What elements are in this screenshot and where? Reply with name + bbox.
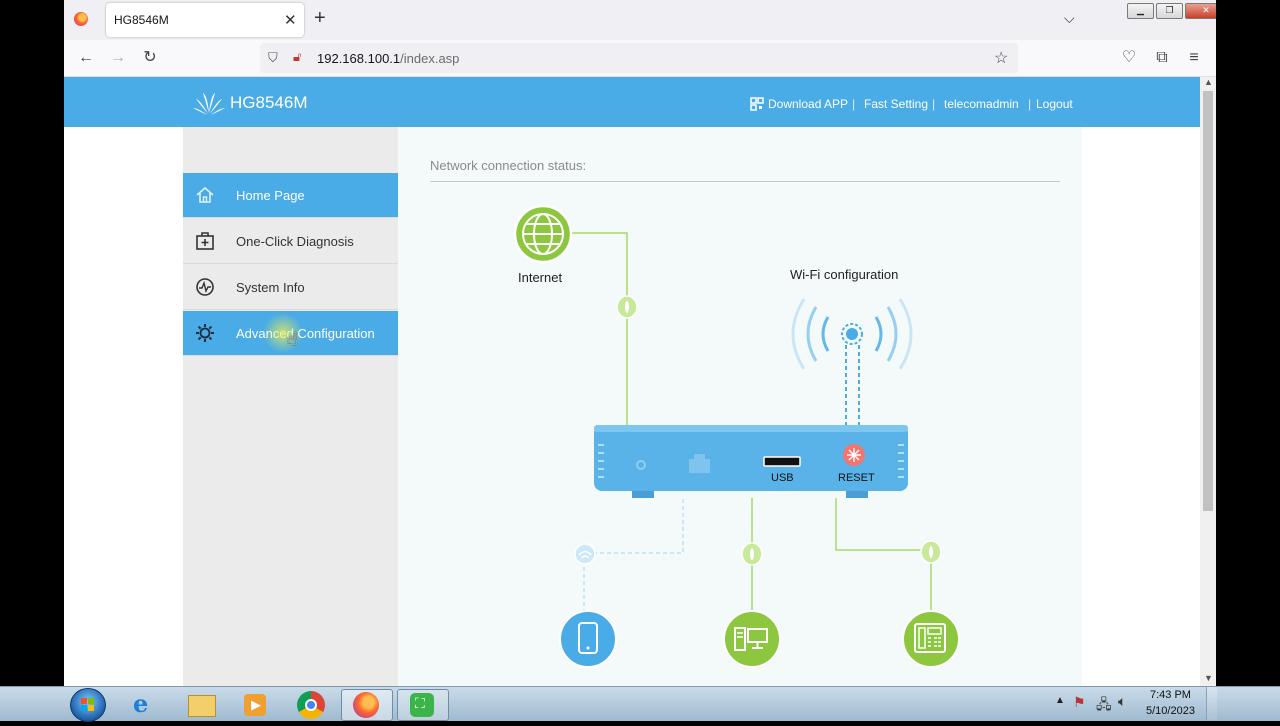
firefox-view-icon[interactable] [74,12,88,26]
phone-link-line [835,498,932,615]
sidebar-item-label: System Info [236,280,305,295]
router-device [594,425,908,498]
content-panel: Network connection status: Internet Wi-F… [398,127,1082,686]
sidebar-item-label: Home Page [236,188,305,203]
wifi-antenna-icon [791,298,913,425]
logout-link[interactable]: Logout [1036,97,1073,111]
hand-cursor-icon: ☝︎ [287,329,298,349]
file-explorer-taskbar-icon[interactable] [176,689,226,719]
folder-icon [188,695,216,717]
computer-device-icon [723,610,781,668]
scroll-up-icon[interactable]: ▲ [1204,77,1213,87]
close-tab-icon[interactable]: ✕ [284,11,297,29]
internet-link-line [568,232,628,427]
forward-icon[interactable]: → [108,49,128,67]
browser-window: HG8546M ✕ + ⌵ ▁ ❐ ✕ ← → ↻ ⛉ 🔓︎ 192.168.1… [64,0,1216,686]
media-player-taskbar-icon[interactable]: ▶ [230,689,280,719]
user-link[interactable]: telecomadmin [944,97,1019,111]
volume-icon[interactable]: 🔈︎ [1118,693,1126,710]
wifi-client-link-line [584,499,684,554]
show-hidden-icons[interactable]: ▲ [1055,695,1065,706]
menu-icon[interactable]: ≡ [1184,49,1204,67]
usb-port-icon [763,456,801,467]
tab-strip: HG8546M ✕ + ⌵ ▁ ❐ ✕ [64,0,1216,40]
pulse-icon [196,278,214,296]
clock-date[interactable]: 5/10/2023 [1146,705,1195,717]
usb-label: USB [771,472,794,484]
device-model-logo: HG8546M [230,93,308,112]
sidebar-item-advanced-configuration[interactable]: Advanced Configuration ☝︎ [183,311,398,356]
clock-time[interactable]: 7:43 PM [1150,689,1191,701]
wifi-link-node-icon [574,543,596,565]
show-desktop-button[interactable] [1206,687,1217,720]
chrome-logo-icon [297,691,325,719]
telephone-device-icon [902,610,960,668]
sidebar-item-label: One-Click Diagnosis [236,234,354,249]
minimize-button[interactable]: ▁ [1127,3,1154,19]
action-center-flag-icon[interactable]: ⚑ [1073,694,1086,711]
fast-setting-link[interactable]: Fast Setting [864,97,928,111]
tab-title: HG8546M [114,13,169,27]
capture-icon: ⛶ [410,693,434,717]
media-play-icon: ▶ [244,694,266,716]
ie-logo-icon: e [133,689,149,718]
internet-globe-icon [513,204,573,264]
internet-label[interactable]: Internet [518,270,562,285]
router-page: HG8546M Download APP | Fast Setting | te… [64,77,1200,686]
pocket-icon[interactable]: ♡ [1119,49,1139,67]
gear-icon [196,324,214,342]
router-header: HG8546M Download APP | Fast Setting | te… [64,77,1200,127]
sidebar-item-one-click-diagnosis[interactable]: One-Click Diagnosis [183,219,398,264]
nav-toolbar: ← → ↻ ⛉ 🔓︎ 192.168.100.1/index.asp ☆ ♡ ⧉… [64,40,1216,77]
page-scrollbar[interactable]: ▲ ▼ [1200,77,1216,686]
download-app-link[interactable]: Download APP [768,97,848,111]
chrome-taskbar-icon[interactable] [286,689,336,719]
header-separator: | [852,97,856,111]
url-host-text: 192.168.100.1 [317,51,401,66]
tab-hg8546m[interactable]: HG8546M ✕ [106,3,304,37]
first-aid-icon [196,232,214,250]
insecure-lock-icon[interactable]: 🔓︎ [293,49,301,65]
sidebar-item-home-page[interactable]: Home Page [183,173,398,218]
reload-icon[interactable]: ↻ [140,49,160,67]
header-separator: | [1028,97,1032,111]
shield-icon[interactable]: ⛉ [268,50,278,66]
sidebar-item-label: Advanced Configuration [236,326,375,341]
internet-explorer-taskbar-icon[interactable]: e [120,689,170,719]
sidebar-item-system-info[interactable]: System Info [183,265,398,310]
tablet-device-icon [559,610,617,668]
url-bar[interactable]: ⛉ 🔓︎ 192.168.100.1/index.asp ☆ [260,43,1018,73]
windows-taskbar: e ▶ ⛶ ▲ ⚑ 🖧︎ 🔈︎ 7:43 PM 5/10/2023 [0,686,1280,722]
huawei-logo-icon [193,93,225,115]
url-host: 192.168.100.1/index.asp [317,51,459,66]
reset-label: RESET [838,472,875,484]
wifi-configuration-label[interactable]: Wi-Fi configuration [790,267,898,282]
qr-code-icon[interactable] [750,97,764,111]
extensions-icon[interactable]: ⧉ [1152,49,1172,67]
windows-logo-icon [81,698,94,711]
network-icon[interactable]: 🖧︎ [1096,694,1112,718]
list-tabs-icon[interactable]: ⌵ [1064,10,1075,27]
network-topology-diagram [513,204,960,668]
screen-capture-taskbar-icon[interactable]: ⛶ [397,689,449,721]
header-separator: | [932,97,936,111]
close-window-button[interactable]: ✕ [1185,3,1216,19]
home-icon [196,186,214,203]
scroll-thumb[interactable] [1203,91,1213,511]
firefox-taskbar-icon[interactable] [341,689,393,721]
restore-button[interactable]: ❐ [1156,3,1183,19]
url-path: /index.asp [400,51,460,66]
sidebar: Home Page One-Click Diagnosis System Inf… [183,127,408,686]
firefox-logo-icon [353,692,379,718]
back-icon[interactable]: ← [76,49,96,67]
new-tab-button[interactable]: + [314,8,326,28]
start-button[interactable] [70,688,106,722]
bookmark-star-icon[interactable]: ☆ [994,48,1008,68]
scroll-down-icon[interactable]: ▼ [1204,673,1213,683]
